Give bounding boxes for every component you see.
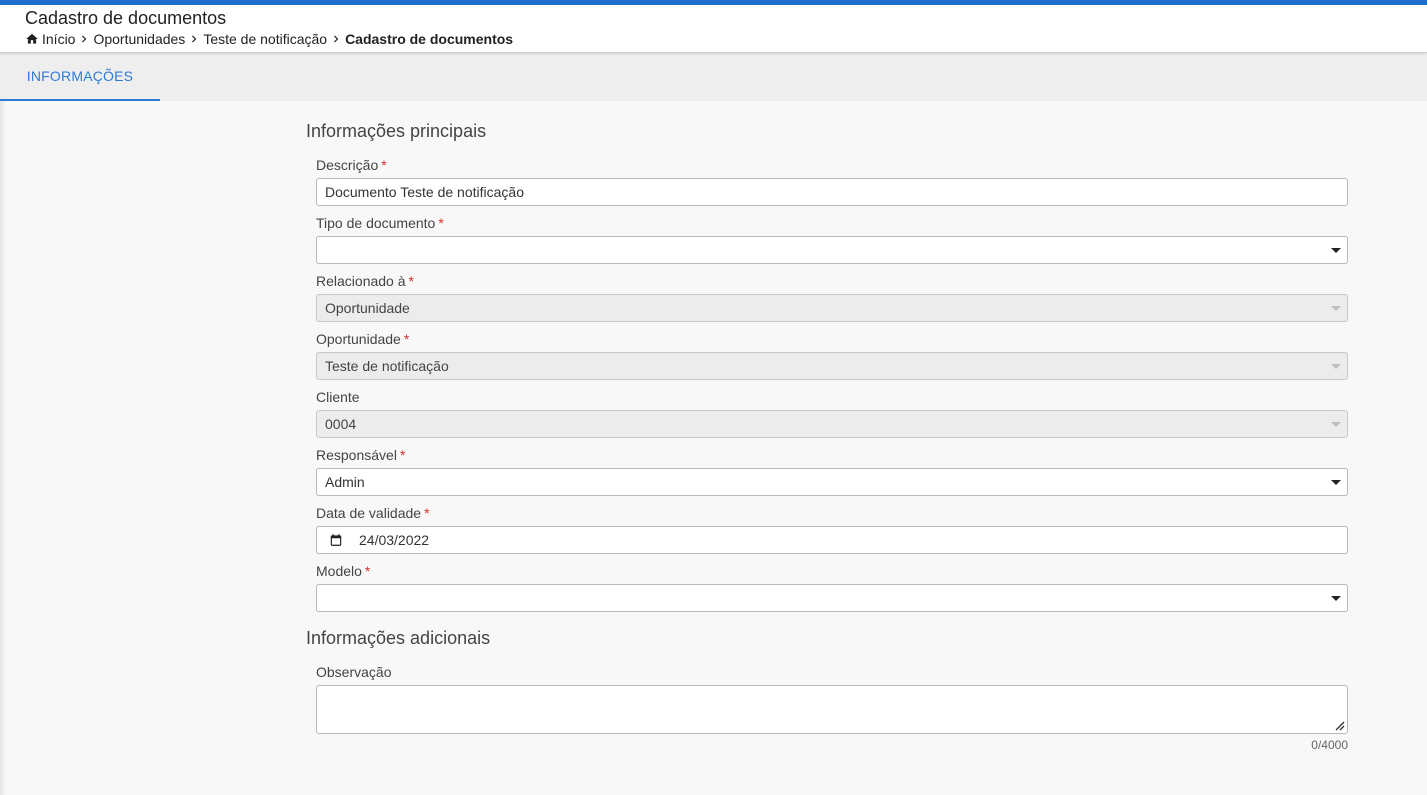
modelo-select[interactable] bbox=[316, 584, 1348, 612]
resize-handle-icon[interactable] bbox=[1333, 719, 1345, 731]
section-title-main: Informações principais bbox=[306, 121, 487, 141]
tipo-documento-select[interactable] bbox=[316, 236, 1348, 264]
field-modelo: Modelo * bbox=[316, 562, 1348, 612]
page-title: Cadastro de documentos bbox=[25, 8, 227, 28]
field-observacao: Observação 0/4000 bbox=[316, 663, 1348, 752]
breadcrumb-home-label: Início bbox=[42, 31, 76, 47]
caret-down-icon bbox=[1331, 596, 1341, 601]
caret-down-icon bbox=[1331, 422, 1341, 427]
home-icon bbox=[26, 33, 38, 44]
field-descricao: Descrição * Documento Teste de notificaçã… bbox=[316, 156, 1348, 206]
cliente-select: 0004 bbox=[316, 410, 1348, 438]
section-title-additional: Informações adicionais bbox=[306, 628, 491, 648]
caret-down-icon bbox=[1331, 306, 1341, 311]
chevron-right-icon bbox=[82, 35, 87, 43]
calendar-icon[interactable] bbox=[329, 533, 343, 547]
responsavel-select[interactable]: Admin bbox=[316, 468, 1348, 496]
field-label: Modelo * bbox=[316, 563, 371, 579]
field-label: Responsável * bbox=[316, 447, 406, 463]
breadcrumb-teste-notificacao[interactable]: Teste de notificação bbox=[203, 31, 327, 47]
field-tipo-documento: Tipo de documento * bbox=[316, 214, 1348, 264]
field-responsavel: Responsável * Admin bbox=[316, 446, 1348, 496]
caret-down-icon bbox=[1331, 480, 1341, 485]
caret-down-icon bbox=[1331, 248, 1341, 253]
descricao-input[interactable]: Documento Teste de notificação bbox=[316, 178, 1348, 206]
field-label: Tipo de documento * bbox=[316, 215, 444, 231]
tab-informacoes[interactable]: INFORMAÇÕES bbox=[0, 53, 160, 101]
breadcrumb-current: Cadastro de documentos bbox=[345, 31, 514, 47]
chevron-right-icon bbox=[334, 35, 339, 43]
page-header: Cadastro de documentos Início Oportunida… bbox=[0, 5, 1427, 53]
oportunidade-select: Teste de notificação bbox=[316, 352, 1348, 380]
observacao-textarea[interactable] bbox=[316, 685, 1348, 734]
field-label: Cliente bbox=[316, 389, 360, 405]
chevron-right-icon bbox=[192, 35, 197, 43]
breadcrumb: Início Oportunidades Teste de notificaçã… bbox=[25, 31, 1427, 47]
breadcrumb-oportunidades[interactable]: Oportunidades bbox=[93, 31, 185, 47]
field-label: Observação bbox=[316, 664, 392, 680]
field-label: Descrição * bbox=[316, 157, 387, 173]
field-label: Oportunidade * bbox=[316, 331, 410, 347]
caret-down-icon bbox=[1331, 364, 1341, 369]
relacionado-select: Oportunidade bbox=[316, 294, 1348, 322]
field-label: Data de validade * bbox=[316, 505, 430, 521]
left-edge-shadow bbox=[0, 101, 6, 795]
field-cliente: Cliente 0004 bbox=[316, 388, 1348, 438]
breadcrumb-home[interactable]: Início bbox=[25, 31, 75, 47]
data-validade-input[interactable]: 24/03/2022 bbox=[316, 526, 1348, 554]
field-data-validade: Data de validade * 24/03/2022 bbox=[316, 504, 1348, 554]
field-oportunidade: Oportunidade * Teste de notificação bbox=[316, 330, 1348, 380]
char-counter: 0/4000 bbox=[1311, 738, 1348, 752]
field-label: Relacionado à * bbox=[316, 273, 414, 289]
tab-bar: INFORMAÇÕES bbox=[0, 53, 1427, 101]
field-relacionado: Relacionado à * Oportunidade bbox=[316, 272, 1348, 322]
